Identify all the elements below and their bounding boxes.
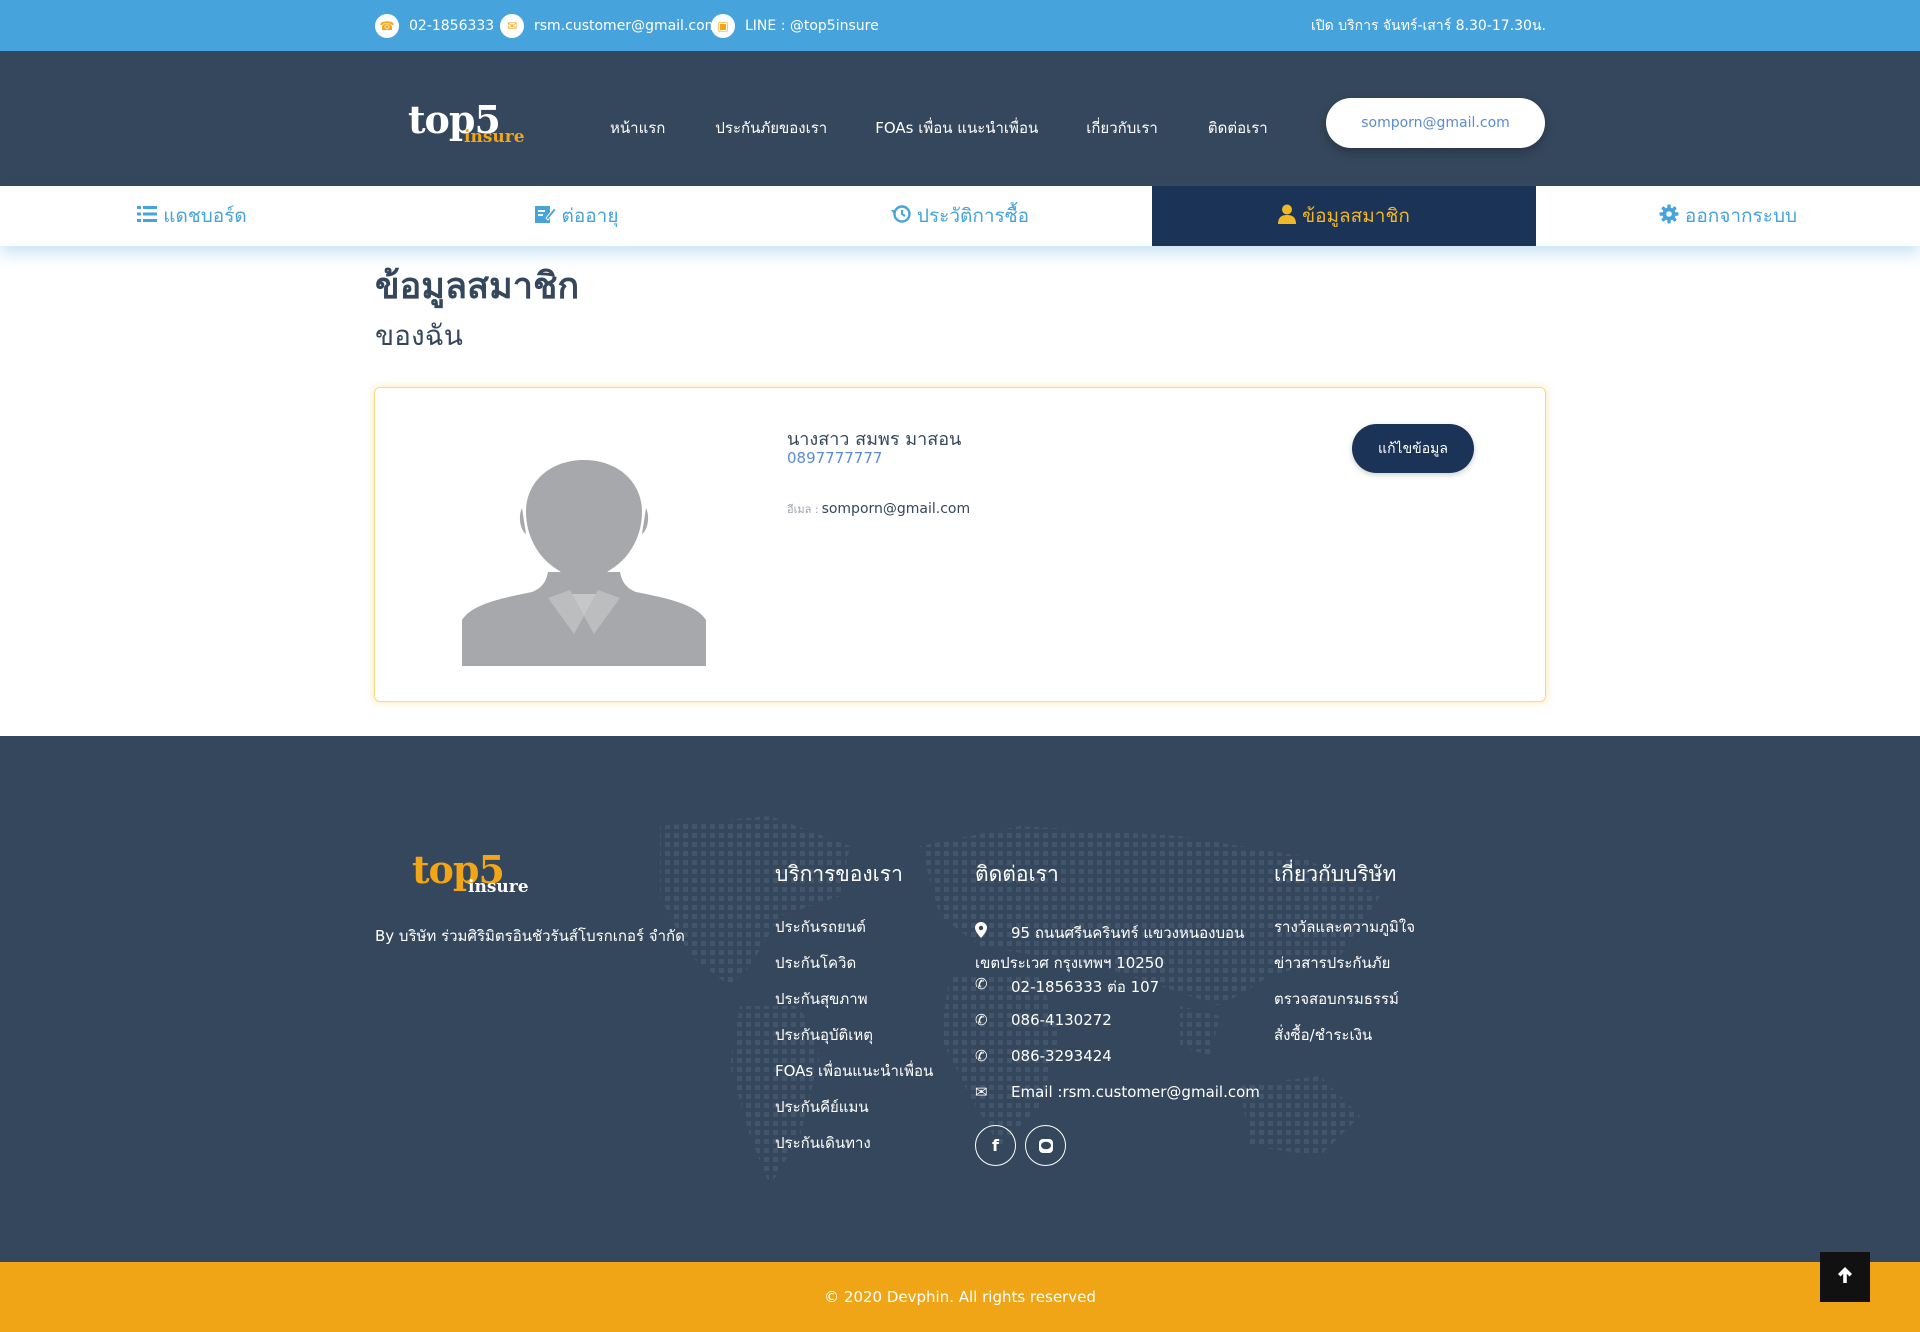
service-link[interactable]: ประกันรถยนต์ [775, 915, 933, 951]
arrow-up-icon [1837, 1265, 1853, 1289]
phone-icon: ✆ [975, 975, 988, 993]
topbar-line[interactable]: ▣ LINE : @top5insure [711, 13, 879, 39]
member-tab-bar: แดชบอร์ด ต่ออายุ ประวัติการซื้อ ข้อมูลสม… [0, 186, 1920, 246]
map-pin-icon [975, 915, 1011, 945]
phone-row[interactable]: ✆ 02-1856333 ต่อ 107 [975, 975, 1260, 1011]
member-email: somporn@gmail.com [821, 501, 971, 517]
tab-logout[interactable]: ออกจากระบบ [1536, 186, 1920, 246]
footer-contact-column: ติดต่อเรา 95 ถนนศรีนครินทร์ แขวงหนองบอน … [975, 858, 1260, 1166]
line-icon: ▣ [711, 14, 735, 38]
footer-about-column: เกี่ยวกับบริษัท รางวัลและความภูมิใจ ข่าว… [1274, 858, 1415, 1059]
footer-logo-sub-text: insure [468, 877, 529, 897]
edit-icon [534, 204, 557, 229]
member-email-row: อีเมล : somporn@gmail.com [787, 500, 970, 518]
contact-email: Email :rsm.customer@gmail.com [1011, 1083, 1260, 1101]
phone-number: 086-4130272 [1011, 1011, 1112, 1029]
tab-dashboard-label: แดชบอร์ด [163, 205, 247, 227]
tab-dashboard[interactable]: แดชบอร์ด [0, 186, 384, 246]
copyright-text: © 2020 Devphin. All rights reserved [824, 1288, 1096, 1306]
nav-home[interactable]: หน้าแรก [610, 116, 665, 140]
avatar [462, 458, 706, 666]
about-link[interactable]: ข่าวสารประกันภัย [1274, 951, 1415, 987]
address-row: 95 ถนนศรีนครินทร์ แขวงหนองบอน เขตประเวศ … [975, 915, 1260, 975]
facebook-icon[interactable]: f [975, 1125, 1016, 1166]
services-heading: บริการของเรา [775, 862, 903, 886]
social-links: f [975, 1125, 1260, 1166]
topbar-email-text: rsm.customer@gmail.com [534, 18, 719, 34]
copyright-bar: © 2020 Devphin. All rights reserved [0, 1262, 1920, 1332]
nav-about[interactable]: เกี่ยวกับเรา [1086, 116, 1158, 140]
phone-row[interactable]: ✆ 086-3293424 [975, 1047, 1260, 1083]
topbar-phone-text: 02-1856333 [409, 18, 495, 34]
site-header: top5 insure หน้าแรก ประกันภัยของเรา FOAs… [0, 51, 1920, 186]
mail-icon: ✉ [500, 14, 524, 38]
about-heading: เกี่ยวกับบริษัท [1274, 862, 1397, 886]
tab-renew[interactable]: ต่ออายุ [384, 186, 768, 246]
phone-number: 086-3293424 [1011, 1047, 1112, 1065]
about-link[interactable]: ตรวจสอบกรมธรรม์ [1274, 987, 1415, 1023]
topbar-line-text: LINE : @top5insure [745, 18, 879, 34]
footer-logo[interactable]: top5 insure [412, 851, 529, 896]
header-logo[interactable]: top5 insure [408, 101, 525, 146]
logo-sub-text: insure [464, 127, 525, 147]
user-icon [1278, 204, 1297, 229]
history-icon [890, 204, 911, 229]
address-line-1: 95 ถนนศรีนครินทร์ แขวงหนองบอน [1011, 924, 1245, 942]
site-footer: top5 insure By บริษัท ร่วมศิริมิตรอินชัว… [0, 736, 1920, 1262]
edit-profile-button[interactable]: แก้ไขข้อมูล [1352, 424, 1474, 473]
nav-our-insurance[interactable]: ประกันภัยของเรา [715, 116, 827, 140]
service-link[interactable]: ประกันเดินทาง [775, 1131, 933, 1167]
gear-icon [1659, 204, 1679, 229]
service-link[interactable]: ประกันโควิด [775, 951, 933, 987]
phone-icon: ☎ [375, 14, 399, 38]
member-email-label: อีเมล : [787, 503, 819, 516]
tab-logout-label: ออกจากระบบ [1684, 205, 1798, 227]
topbar-email[interactable]: ✉ rsm.customer@gmail.com [500, 13, 718, 39]
page-title: ข้อมูลสมาชิก [375, 266, 580, 307]
tab-purchase-history-label: ประวัติการซื้อ [916, 205, 1030, 227]
topbar-phone[interactable]: ☎ 02-1856333 [375, 13, 494, 39]
service-link[interactable]: ประกันสุขภาพ [775, 987, 933, 1023]
address-line-2: เขตประเวศ กรุงเทพฯ 10250 [975, 954, 1164, 972]
user-account-button[interactable]: somporn@gmail.com [1326, 98, 1545, 148]
service-link[interactable]: ประกันคีย์แมน [775, 1095, 933, 1131]
member-phone: 0897777777 [787, 449, 883, 467]
phone-icon: ✆ [975, 1011, 988, 1029]
footer-services-column: บริการของเรา ประกันรถยนต์ ประกันโควิด ปร… [775, 858, 933, 1167]
about-link[interactable]: รางวัลและความภูมิใจ [1274, 915, 1415, 951]
opening-hours: เปิด บริการ จันทร์-เสาร์ 8.30-17.30น. [1311, 18, 1546, 34]
main-nav: หน้าแรก ประกันภัยของเรา FOAs เพื่อน แนะน… [610, 116, 1318, 140]
company-name: By บริษัท ร่วมศิริมิตรอินชัวรันส์โบรกเกอ… [375, 927, 685, 945]
phone-icon: ✆ [975, 1047, 988, 1065]
about-link[interactable]: สั่งซื้อ/ชำระเงิน [1274, 1023, 1415, 1059]
phone-number: 02-1856333 ต่อ 107 [1011, 978, 1160, 996]
list-icon [137, 205, 158, 228]
tab-purchase-history[interactable]: ประวัติการซื้อ [768, 186, 1152, 246]
back-to-top-button[interactable] [1820, 1252, 1870, 1302]
page-subtitle: ของฉัน [375, 319, 463, 352]
phone-row[interactable]: ✆ 086-4130272 [975, 1011, 1260, 1047]
top-info-bar: ☎ 02-1856333 ✉ rsm.customer@gmail.com ▣ … [0, 0, 1920, 51]
service-link[interactable]: FOAs เพื่อนแนะนำเพื่อน [775, 1059, 933, 1095]
nav-contact[interactable]: ติดต่อเรา [1208, 116, 1268, 140]
envelope-icon: ✉ [975, 1083, 988, 1101]
tab-member-info-label: ข้อมูลสมาชิก [1302, 205, 1410, 227]
service-link[interactable]: ประกันอุบัติเหตุ [775, 1023, 933, 1059]
tab-renew-label: ต่ออายุ [561, 205, 619, 227]
nav-foas[interactable]: FOAs เพื่อน แนะนำเพื่อน [875, 116, 1038, 140]
contact-heading: ติดต่อเรา [975, 862, 1059, 886]
email-row[interactable]: ✉ Email :rsm.customer@gmail.com [975, 1083, 1260, 1119]
tab-member-info[interactable]: ข้อมูลสมาชิก [1152, 186, 1536, 246]
member-profile-card: นางสาว สมพร มาสอน 0897777777 อีเมล : som… [374, 387, 1546, 702]
line-icon[interactable] [1025, 1125, 1066, 1166]
